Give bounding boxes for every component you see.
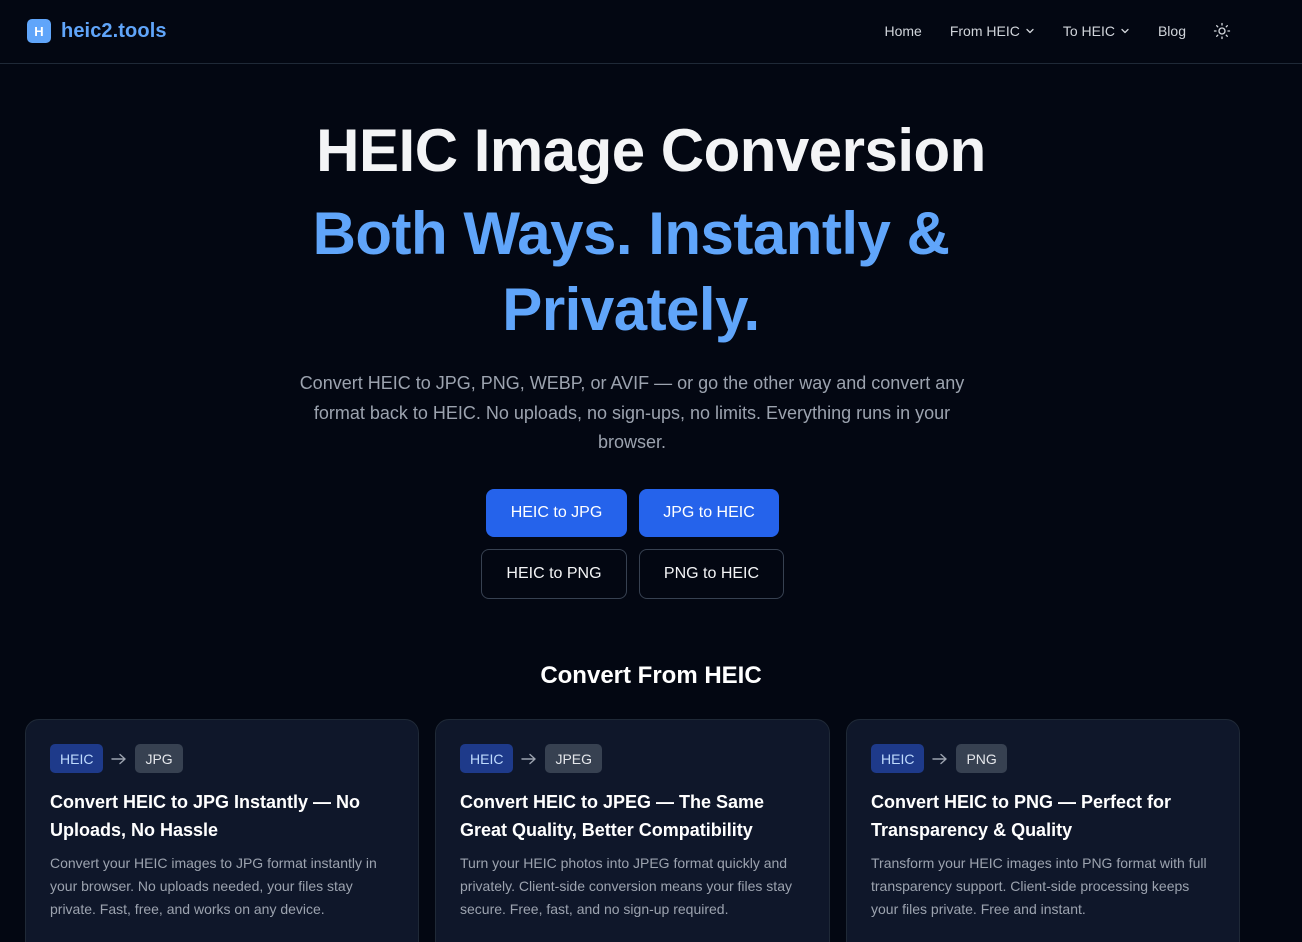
card-description: Turn your HEIC photos into JPEG format q… <box>460 855 792 917</box>
from-format-badge: HEIC <box>50 744 104 773</box>
nav-home-label: Home <box>884 23 922 39</box>
to-format-badge: PNG <box>956 744 1007 773</box>
nav-to-heic-dropdown[interactable]: To HEIC <box>1063 23 1130 39</box>
nav-blog[interactable]: Blog <box>1158 23 1186 39</box>
card-title: Convert HEIC to JPG Instantly — No Uploa… <box>50 792 361 840</box>
card-title: Convert HEIC to PNG — Perfect for Transp… <box>871 792 1172 840</box>
nav-to-heic-label: To HEIC <box>1062 23 1115 39</box>
card-description: Transform your HEIC images into PNG form… <box>871 855 1207 917</box>
png-to-heic-button[interactable]: PNG to HEIC <box>639 549 784 599</box>
hero-description: Convert HEIC to JPG, PNG, WEBP, or AVIF … <box>299 373 965 452</box>
nav-blog-label: Blog <box>1157 23 1186 39</box>
site-header: H heic2.tools Home From HEIC To HEIC Blo… <box>0 0 1302 64</box>
format-chips: HEIC JPG <box>50 744 183 773</box>
section-title: Convert From HEIC <box>540 662 762 689</box>
card-title: Convert HEIC to JPEG — The Same Great Qu… <box>460 792 765 840</box>
logo-icon: H <box>27 19 51 43</box>
format-chips: HEIC PNG <box>871 744 1007 773</box>
arrow-right-icon <box>932 753 948 764</box>
chevron-down-icon <box>1026 28 1034 34</box>
heic-to-jpg-button[interactable]: HEIC to JPG <box>486 489 627 537</box>
nav-home[interactable]: Home <box>884 23 921 39</box>
hero-subtitle: Both Ways. Instantly & Privately. <box>312 200 950 343</box>
converter-card[interactable]: HEIC PNG Convert HEIC to PNG — Perfect f… <box>846 719 1240 942</box>
to-format-badge: JPG <box>135 744 183 773</box>
nav-from-heic-dropdown[interactable]: From HEIC <box>950 23 1035 39</box>
hero-title: HEIC Image Conversion <box>316 117 986 184</box>
arrow-right-icon <box>111 753 127 764</box>
logo-link[interactable]: H heic2.tools <box>27 19 167 43</box>
converter-card[interactable]: HEIC JPEG Convert HEIC to JPEG — The Sam… <box>435 719 830 942</box>
main-nav: Home From HEIC To HEIC Blog <box>884 21 1232 41</box>
to-format-badge: JPEG <box>545 744 603 773</box>
chevron-down-icon <box>1121 28 1129 34</box>
logo-text: heic2.tools <box>61 19 167 42</box>
format-chips: HEIC JPEG <box>460 744 603 773</box>
from-format-badge: HEIC <box>460 744 514 773</box>
nav-from-heic-label: From HEIC <box>949 23 1020 39</box>
sun-icon <box>1213 22 1231 40</box>
converter-card[interactable]: HEIC JPG Convert HEIC to JPG Instantly —… <box>25 719 419 942</box>
arrow-right-icon <box>521 753 537 764</box>
card-description: Convert your HEIC images to JPG format i… <box>50 855 377 917</box>
theme-toggle-button[interactable] <box>1212 21 1232 41</box>
heic-to-png-button[interactable]: HEIC to PNG <box>481 549 627 599</box>
jpg-to-heic-button[interactable]: JPG to HEIC <box>639 489 779 537</box>
from-format-badge: HEIC <box>871 744 925 773</box>
